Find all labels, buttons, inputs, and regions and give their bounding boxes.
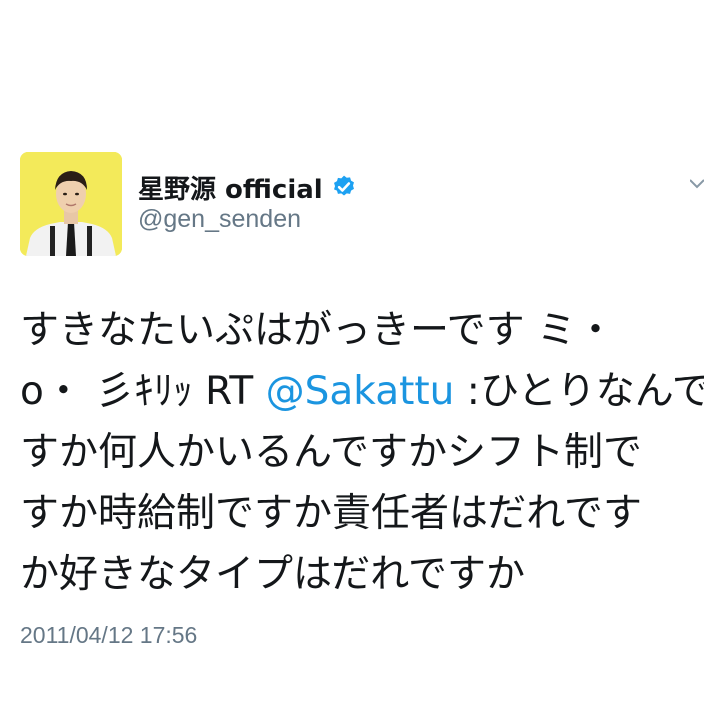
display-name[interactable]: 星野源 official — [138, 169, 323, 206]
user-handle[interactable]: @gen_senden — [138, 205, 301, 234]
verified-badge-icon — [333, 175, 354, 196]
tweet-text-segment: o・ 彡ｷﾘｯ RT — [20, 369, 266, 414]
tweet-text: すきなたいぷはがっきーです ミ・ o・ 彡ｷﾘｯ RT @Sakattu :ひと… — [20, 300, 704, 605]
chevron-down-icon[interactable] — [690, 175, 704, 191]
tweet-text-line: o・ 彡ｷﾘｯ RT @Sakattu :ひとりなんで — [20, 361, 704, 422]
tweet-text-segment: :ひとりなんで — [454, 369, 704, 414]
tweet-timestamp[interactable]: 2011/04/12 17:56 — [20, 622, 197, 649]
tweet-card: 星野源 official @gen_senden すきなたいぷはがっきーです ミ… — [0, 0, 704, 714]
tweet-text-line: か好きなタイプはだれですか — [20, 552, 526, 597]
tweet-text-line: すきなたいぷはがっきーです ミ・ — [20, 308, 616, 353]
tweet-text-line: すか何人かいるんですかシフト制で — [20, 430, 643, 475]
avatar[interactable] — [20, 152, 122, 256]
mention-link[interactable]: @Sakattu — [266, 369, 455, 414]
avatar-photo — [20, 152, 122, 256]
display-name-row[interactable]: 星野源 official — [138, 169, 357, 206]
tweet-text-line: すか時給制ですか責任者はだれです — [20, 491, 643, 536]
